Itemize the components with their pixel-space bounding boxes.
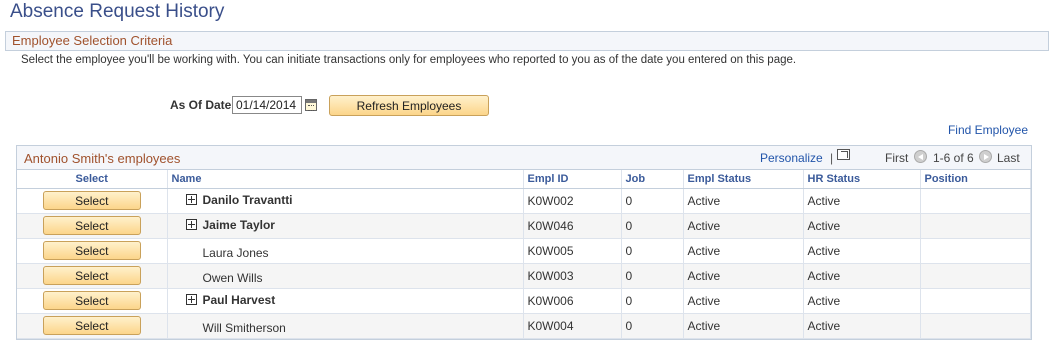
employee-name: Paul Harvest [202,292,276,307]
select-employee-button[interactable]: Select [42,241,141,260]
column-header-position[interactable]: Position [920,170,1031,189]
column-header-job[interactable]: Job [621,170,684,189]
name-cell: Jaime Taylor [167,213,524,239]
calendar-icon[interactable] [305,99,317,111]
select-cell: Select [17,238,168,264]
empl-status-cell: Active [683,288,804,314]
zoom-icon[interactable] [837,149,850,160]
as-of-date-label: As Of Date [170,98,232,112]
job-cell: 0 [621,288,684,314]
job-cell: 0 [621,188,684,214]
position-cell [920,288,1031,314]
empl-id-cell: K0W005 [523,238,622,264]
select-cell: Select [17,213,168,239]
employees-table: Select Name Empl ID Job Empl Status HR S… [17,170,1031,339]
position-cell [920,213,1031,239]
job-cell: 0 [621,238,684,264]
empl-id-cell: K0W002 [523,188,622,214]
hr-status-cell: Active [803,188,921,214]
select-cell: Select [17,313,168,339]
position-cell [920,238,1031,264]
grid-title: Antonio Smith's employees [24,151,181,166]
empl-id-cell: K0W003 [523,263,622,289]
select-cell: Select [17,263,168,289]
page-title: Absence Request History [10,1,225,22]
employee-name: Will Smitherson [202,320,286,335]
employee-name: Laura Jones [202,245,269,260]
table-row: Select Will Smitherson K0W004 0 Active Active [17,313,1031,339]
job-cell: 0 [621,313,684,339]
empl-status-cell: Active [683,188,804,214]
empl-status-cell: Active [683,313,804,339]
row-range: 1-6 of 6 [933,151,974,165]
empl-status-cell: Active [683,238,804,264]
hr-status-cell: Active [803,238,921,264]
job-cell: 0 [621,213,684,239]
select-employee-button[interactable]: Select [42,316,141,335]
select-employee-button[interactable]: Select [42,191,141,210]
expand-icon[interactable] [185,219,197,231]
hr-status-cell: Active [803,288,921,314]
column-header-name[interactable]: Name [167,170,524,189]
position-cell [920,188,1031,214]
previous-arrow-icon[interactable] [914,150,927,163]
select-employee-button[interactable]: Select [42,216,141,235]
empl-status-cell: Active [683,263,804,289]
select-employee-button[interactable]: Select [42,266,141,285]
last-link[interactable]: Last [997,151,1020,165]
table-header-row: Select Name Empl ID Job Empl Status HR S… [17,170,1031,189]
grid-header: Antonio Smith's employees Personalize | … [17,146,1031,170]
first-link[interactable]: First [885,151,908,165]
name-cell: Danilo Travantti [167,188,524,214]
next-arrow-icon[interactable] [979,150,992,163]
name-cell: Will Smitherson [167,313,524,339]
select-cell: Select [17,188,168,214]
select-cell: Select [17,288,168,314]
employee-name: Owen Wills [202,270,263,285]
separator: | [830,151,834,165]
empl-status-cell: Active [683,213,804,239]
name-cell: Laura Jones [167,238,524,264]
table-row: Select Danilo Travantti K0W002 0 Active Activ… [17,188,1031,214]
employees-grid: Antonio Smith's employees Personalize | … [16,145,1032,340]
expand-icon[interactable] [185,294,197,306]
name-cell: Owen Wills [167,263,524,289]
as-of-date-input[interactable] [232,96,302,114]
employee-name: Danilo Travantti [202,192,293,207]
instructions-text: Select the employee you'll be working wi… [21,54,797,66]
refresh-employees-button[interactable]: Refresh Employees [329,95,489,116]
name-cell: Paul Harvest [167,288,524,314]
empl-id-cell: K0W006 [523,288,622,314]
job-cell: 0 [621,263,684,289]
select-employee-button[interactable]: Select [42,291,141,310]
expand-icon[interactable] [185,194,197,206]
hr-status-cell: Active [803,313,921,339]
hr-status-cell: Active [803,263,921,289]
table-row: Select Laura Jones K0W005 0 Active Active [17,238,1031,264]
table-row: Select Paul Harvest K0W006 0 Active Active [17,288,1031,314]
position-cell [920,263,1031,289]
section-header-employee-selection: Employee Selection Criteria [5,31,1049,51]
employee-name: Jaime Taylor [202,217,275,232]
hr-status-cell: Active [803,213,921,239]
empl-id-cell: K0W004 [523,313,622,339]
position-cell [920,313,1031,339]
column-header-empl-id[interactable]: Empl ID [523,170,622,189]
find-employee-link[interactable]: Find Employee [948,123,1028,137]
column-header-empl-status[interactable]: Empl Status [683,170,804,189]
column-header-hr-status[interactable]: HR Status [803,170,921,189]
table-row: Select Jaime Taylor K0W046 0 Active Active [17,213,1031,239]
personalize-link[interactable]: Personalize [760,151,823,165]
empl-id-cell: K0W046 [523,213,622,239]
column-header-select: Select [17,170,168,189]
table-row: Select Owen Wills K0W003 0 Active Active [17,263,1031,289]
